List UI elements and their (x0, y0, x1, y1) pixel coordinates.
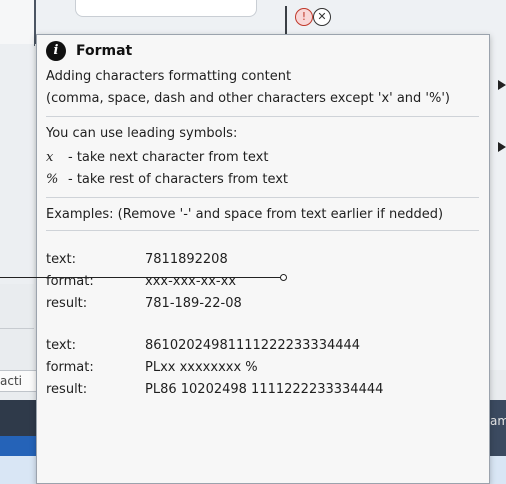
symbol: x (46, 150, 54, 165)
warning-icon[interactable]: ! (295, 8, 313, 26)
example-value: xxx-xxx-xx-xx (145, 274, 237, 289)
example-row: text: 86102024981111222233334444 (46, 335, 489, 357)
example-gap (46, 315, 489, 335)
example-value: PL86 10202498 1111222233334444 (145, 382, 384, 397)
divider (46, 230, 479, 231)
close-icon[interactable]: ✕ (313, 8, 331, 26)
example-label: result: (46, 296, 88, 311)
expand-arrow-icon[interactable] (498, 80, 506, 90)
description-line-1: Adding characters formatting content (46, 69, 292, 84)
tooltip-anchor-dot (280, 274, 287, 281)
tooltip-title: Format (76, 43, 133, 59)
expand-arrow-icon[interactable] (498, 142, 506, 152)
example-row: result: 781-189-22-08 (46, 293, 489, 315)
example-row: result: PL86 10202498 1111222233334444 (46, 379, 489, 401)
background-left-panel (0, 0, 35, 46)
background-card (75, 0, 257, 17)
example-label: text: (46, 252, 77, 267)
example-1: text: 7811892208 format: xxx-xxx-xx-xx r… (46, 249, 489, 315)
symbol-description: - take next character from text (68, 150, 269, 165)
info-icon: i (46, 41, 66, 61)
background-left-strip (0, 44, 34, 284)
action-cell[interactable]: acti (0, 370, 40, 392)
example-row: text: 7811892208 (46, 249, 489, 271)
example-row: format: PLxx xxxxxxxx % (46, 357, 489, 379)
background-line (0, 328, 34, 329)
description-line-2: (comma, space, dash and other characters… (46, 91, 451, 106)
leading-symbols-intro: You can use leading symbols: (46, 126, 238, 141)
tooltip-leader-line (0, 277, 283, 278)
right-column-label: am (490, 414, 506, 428)
symbol-row: x - take next character from text (46, 147, 489, 169)
example-value: 86102024981111222233334444 (145, 338, 361, 353)
example-row: format: xxx-xxx-xx-xx (46, 271, 489, 293)
example-value: 781-189-22-08 (145, 296, 242, 311)
symbol-row: % - take rest of characters from text (46, 169, 489, 191)
divider (46, 197, 479, 198)
example-label: format: (46, 360, 94, 375)
example-label: format: (46, 274, 94, 289)
tooltip-header: i Format (46, 36, 489, 66)
examples-intro: Examples: (Remove '-' and space from tex… (46, 207, 444, 222)
example-value: 7811892208 (145, 252, 228, 267)
example-2: text: 86102024981111222233334444 format:… (46, 335, 489, 401)
format-tooltip: i Format Adding characters formatting co… (36, 34, 490, 484)
example-label: text: (46, 338, 77, 353)
symbol: % (46, 172, 59, 187)
divider (46, 116, 479, 117)
symbol-description: - take rest of characters from text (68, 172, 289, 187)
example-label: result: (46, 382, 88, 397)
example-value: PLxx xxxxxxxx % (145, 360, 258, 375)
